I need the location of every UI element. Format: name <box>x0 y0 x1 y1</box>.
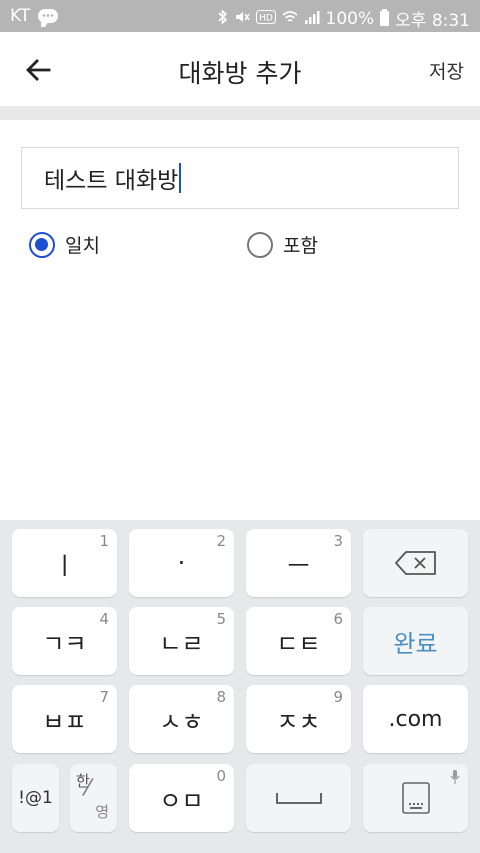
key-d-t[interactable]: ㄷㅌ 6 <box>246 607 351 675</box>
page-title: 대화방 추가 <box>178 59 302 88</box>
chat-icon <box>38 9 59 27</box>
keyboard-hide-icon <box>401 782 430 814</box>
key-i[interactable]: ㅣ 1 <box>12 529 117 597</box>
key-b-p[interactable]: ㅂㅍ 7 <box>12 685 117 753</box>
keyboard-hide-key[interactable] <box>363 764 468 832</box>
key-j-ch[interactable]: ㅈㅊ 9 <box>246 685 351 753</box>
signal-icon <box>304 10 320 28</box>
match-exact-label: 일치 <box>65 235 100 257</box>
clock: 오후 8:31 <box>395 11 470 31</box>
dotcom-key[interactable]: .com <box>363 685 468 753</box>
svg-text:HD: HD <box>259 13 273 23</box>
slash-icon: ⁄ <box>86 776 90 801</box>
match-exact-option[interactable]: 일치 <box>29 231 100 258</box>
match-contains-label: 포함 <box>283 235 318 257</box>
room-name-input[interactable]: 테스트 대화방 <box>21 147 459 209</box>
divider-band <box>0 106 480 120</box>
key-g-k[interactable]: ㄱㅋ 4 <box>12 607 117 675</box>
symbol-key[interactable]: !@1 <box>12 764 59 832</box>
battery-icon <box>380 9 390 26</box>
key-ng-m[interactable]: ㅇㅁ 0 <box>129 764 234 832</box>
save-button[interactable]: 저장 <box>429 57 464 84</box>
text-caret <box>179 163 182 193</box>
mic-icon <box>450 770 460 784</box>
radio-unchecked-icon[interactable] <box>247 231 273 258</box>
backspace-key[interactable] <box>363 529 468 597</box>
radio-checked-icon[interactable] <box>29 231 55 258</box>
status-left: KT <box>10 6 59 27</box>
status-right: HD 100% 오후 8:31 <box>217 6 470 31</box>
carrier-label: KT <box>10 6 31 26</box>
space-key[interactable] <box>246 764 351 832</box>
language-toggle-key[interactable]: 한 ⁄ 영 <box>70 764 117 832</box>
wifi-icon <box>282 9 298 29</box>
key-dot[interactable]: · 2 <box>129 529 234 597</box>
bluetooth-icon <box>217 8 228 29</box>
toolbar: 대화방 추가 저장 <box>0 32 480 106</box>
key-n-r[interactable]: ㄴㄹ 5 <box>129 607 234 675</box>
match-contains-option[interactable]: 포함 <box>247 231 318 258</box>
keyboard: ㅣ 1 · 2 ㅡ 3 ㄱㅋ 4 ㄴㄹ 5 ㄷㅌ 6 완료 ㅂㅍ 7 ㅅㅎ 8 <box>0 520 480 853</box>
space-icon <box>275 793 322 804</box>
backspace-icon <box>394 551 436 575</box>
status-bar: KT HD 100% 오후 8:31 <box>0 0 480 32</box>
room-name-value: 테스트 대화방 <box>44 168 179 194</box>
mute-icon <box>234 9 250 29</box>
done-key[interactable]: 완료 <box>363 607 468 675</box>
hd-icon: HD <box>255 9 276 28</box>
battery-percent: 100% <box>325 8 375 29</box>
key-eu[interactable]: ㅡ 3 <box>246 529 351 597</box>
key-s-h[interactable]: ㅅㅎ 8 <box>129 685 234 753</box>
